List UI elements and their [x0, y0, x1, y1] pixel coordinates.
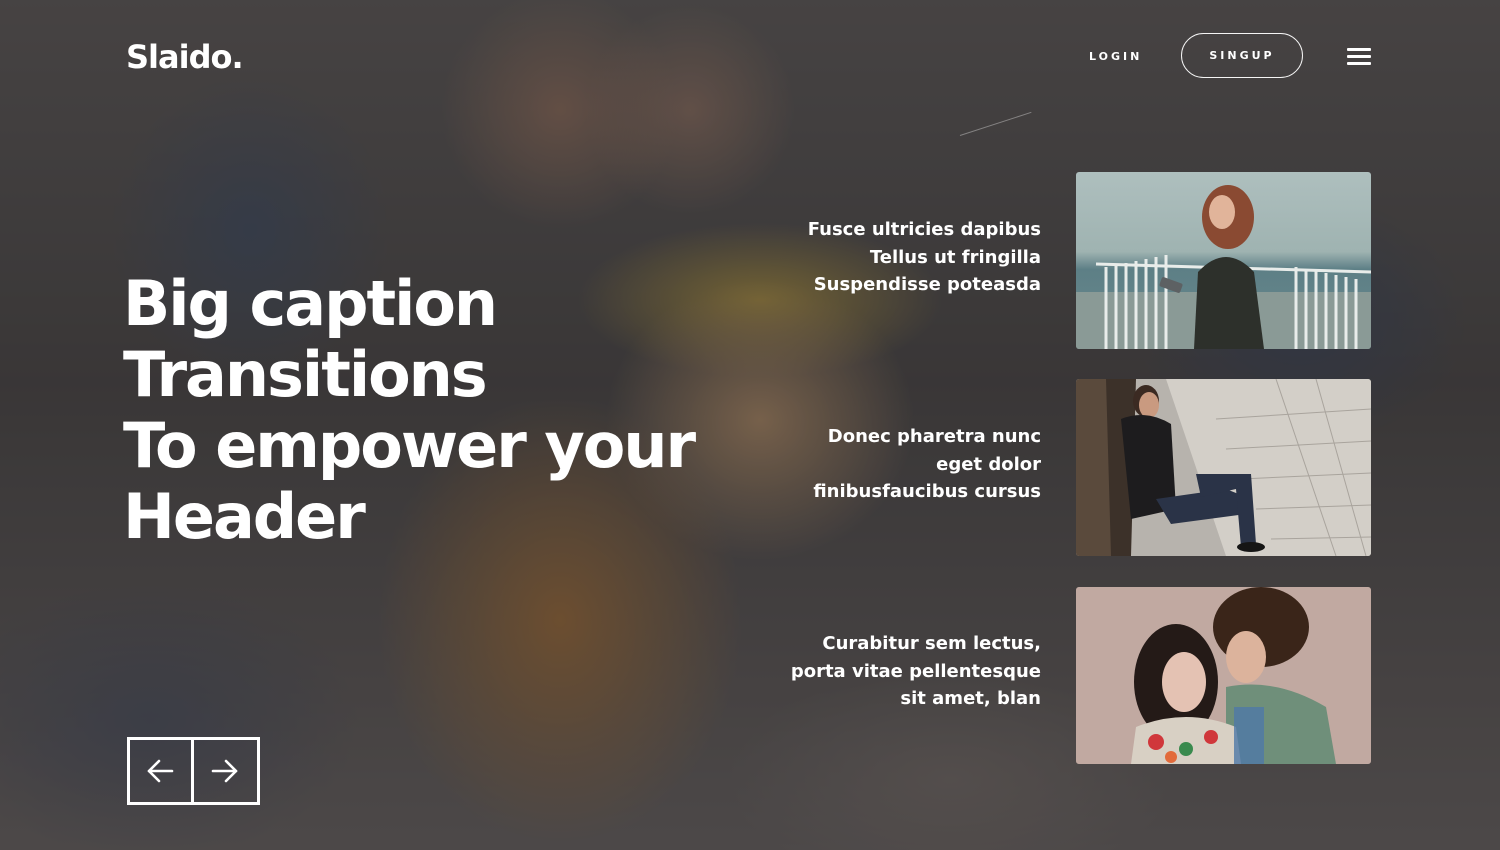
slider-arrows [127, 737, 260, 805]
arrow-left-icon [147, 759, 174, 783]
hamburger-menu-icon[interactable] [1347, 46, 1373, 68]
signup-button[interactable]: SINGUP [1181, 33, 1303, 78]
logo[interactable]: Slaido. [126, 38, 244, 76]
slide-caption-line: Tellus ut fringilla [869, 246, 1041, 268]
hero-line: Big caption [123, 267, 498, 340]
slide-thumbnail-2[interactable] [1076, 379, 1371, 556]
slide-caption: Fusce ultricies dapibus Tellus ut fringi… [808, 216, 1041, 299]
login-link[interactable]: LOGIN [1089, 50, 1142, 63]
slide-caption-line: Curabitur sem lectus, [822, 633, 1041, 654]
prev-slide-button[interactable] [130, 740, 194, 802]
slide-caption-line: Fusce ultricies dapibus [807, 219, 1041, 240]
hero-line: To empower your [123, 409, 696, 482]
couple-embrace-photo [1076, 587, 1371, 764]
next-slide-button[interactable] [194, 740, 258, 802]
slide-thumbnail-1[interactable] [1076, 172, 1371, 349]
slide-caption: Curabitur sem lectus, porta vitae pellen… [791, 630, 1041, 713]
woman-by-sea-photo [1076, 172, 1371, 349]
slide-caption-line: eget dolor [936, 453, 1041, 475]
hero-slider: Slaido. LOGIN SINGUP Big caption Transit… [0, 0, 1500, 850]
slide-caption-line: Donec pharetra nunc [827, 426, 1041, 447]
hero-caption: Big caption Transitions To empower your … [123, 268, 763, 552]
slide-caption-line: porta vitae pellentesque [790, 660, 1041, 682]
slide-caption-line: Suspendisse poteasda [813, 274, 1041, 295]
arrow-right-icon [211, 759, 238, 783]
hero-line: Transitions [123, 338, 488, 411]
slide-caption: Donec pharetra nunc eget dolor finibusfa… [813, 423, 1041, 506]
slide-caption-line: finibusfaucibus cursus [813, 481, 1041, 502]
slide-thumbnail-3[interactable] [1076, 587, 1371, 764]
slide-caption-line: sit amet, blan [900, 688, 1041, 709]
man-sitting-on-pavement-photo [1076, 379, 1371, 556]
hero-line: Header [123, 480, 366, 553]
